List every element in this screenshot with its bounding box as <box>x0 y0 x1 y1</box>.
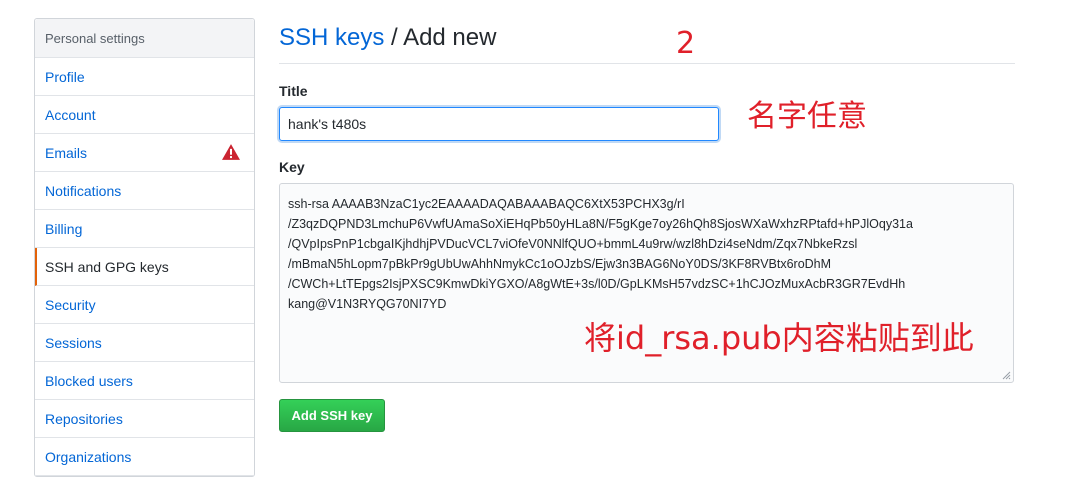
sidebar-item-account[interactable]: Account <box>35 96 254 134</box>
sidebar-item-notifications[interactable]: Notifications <box>35 172 254 210</box>
sidebar-item-label: Repositories <box>45 411 123 427</box>
annotation-key-note: 将id_rsa.pub内容粘贴到此 <box>584 319 974 357</box>
sidebar-item-label: Emails <box>45 145 88 161</box>
breadcrumb-separator: / <box>391 24 398 51</box>
sidebar-item-label: Blocked users <box>45 373 133 389</box>
sidebar-item-label: SSH and GPG keys <box>45 259 169 275</box>
annotation-title-note: 名字任意 <box>747 99 867 134</box>
alert-icon <box>222 144 240 160</box>
annotation-step-number: 2 <box>676 26 696 61</box>
breadcrumb-ssh-keys-link[interactable]: SSH keys <box>279 24 384 51</box>
sidebar-item-label: Notifications <box>45 183 122 199</box>
sidebar-header: Personal settings <box>35 19 254 58</box>
settings-sidebar: Personal settings Profile Account Emails… <box>34 18 255 477</box>
page-title: SSH keys / Add new <box>279 24 496 52</box>
sidebar-item-sessions[interactable]: Sessions <box>35 324 254 362</box>
sidebar-item-emails[interactable]: Emails <box>35 134 254 172</box>
sidebar-item-security[interactable]: Security <box>35 286 254 324</box>
page-title-text: Add new <box>403 24 497 51</box>
title-label: Title <box>279 83 308 99</box>
sidebar-item-repositories[interactable]: Repositories <box>35 400 254 438</box>
sidebar-item-label: Profile <box>45 69 85 85</box>
title-input[interactable] <box>279 107 719 141</box>
sidebar-item-label: Sessions <box>45 335 102 351</box>
title-divider <box>279 63 1015 64</box>
sidebar-item-label: Billing <box>45 221 83 237</box>
sidebar-item-label: Security <box>45 297 96 313</box>
key-label: Key <box>279 159 305 175</box>
sidebar-item-organizations[interactable]: Organizations <box>35 438 254 476</box>
sidebar-item-label: Account <box>45 107 96 123</box>
sidebar-item-profile[interactable]: Profile <box>35 58 254 96</box>
resize-grip-icon[interactable] <box>1001 370 1011 380</box>
sidebar-item-ssh-gpg-keys[interactable]: SSH and GPG keys <box>35 248 254 286</box>
sidebar-item-label: Organizations <box>45 449 132 465</box>
sidebar-item-blocked-users[interactable]: Blocked users <box>35 362 254 400</box>
add-ssh-key-button[interactable]: Add SSH key <box>279 399 385 432</box>
sidebar-item-billing[interactable]: Billing <box>35 210 254 248</box>
